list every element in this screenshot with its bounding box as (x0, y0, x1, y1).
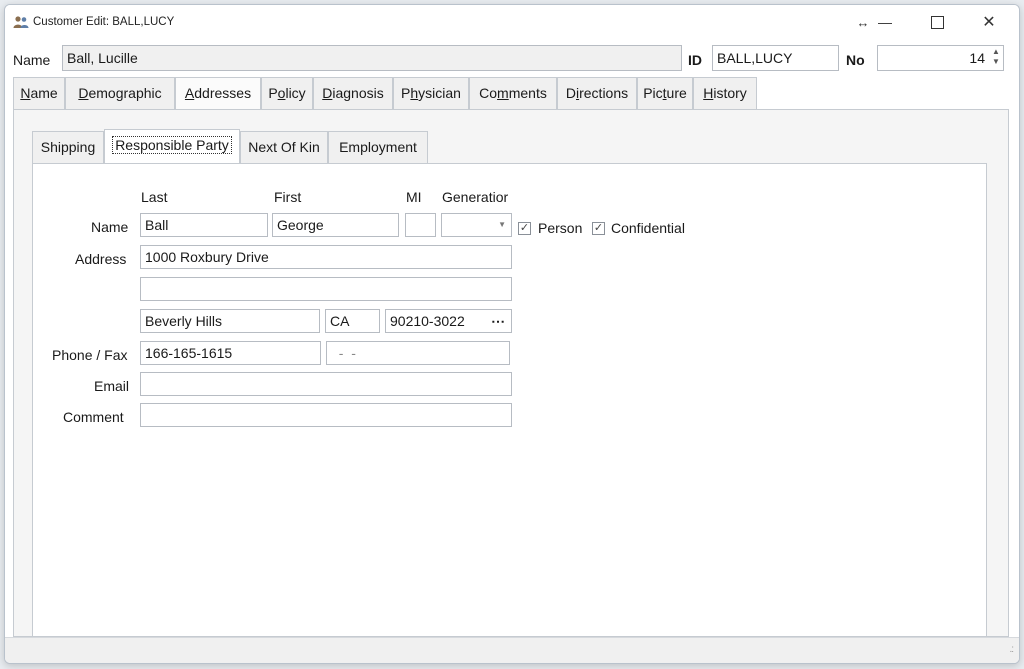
close-button[interactable]: ✕ (967, 9, 1011, 35)
rp-name-label: Name (91, 219, 129, 235)
person-checkbox[interactable]: ✓ (518, 222, 531, 235)
maximize-button[interactable] (915, 9, 959, 35)
customers-icon (13, 16, 29, 28)
no-label: No (846, 52, 865, 68)
id-field[interactable]: BALL,LUCY (712, 45, 839, 71)
spin-down-icon[interactable]: ▼ (991, 57, 1001, 67)
generation-select[interactable]: ▼ (441, 213, 512, 237)
fax-field[interactable]: - - (326, 341, 510, 365)
zip-lookup-ellipsis-icon[interactable]: ⋯ (491, 310, 505, 332)
customer-edit-window: Customer Edit: BALL,LUCY ↔ — ✕ Name Ball… (4, 4, 1020, 664)
zip-field[interactable]: 90210-3022 ⋯ (385, 309, 512, 333)
tab-demographic[interactable]: Demographic (65, 77, 175, 109)
number-field[interactable]: 14 (877, 45, 1004, 71)
resize-grip-icon[interactable]: .: (1009, 644, 1013, 655)
tab-comments[interactable]: Comments (469, 77, 557, 109)
maximize-icon (930, 15, 944, 29)
main-tab-row: Name Demographic Addresses Policy Diagno… (13, 77, 1013, 111)
tab-physician[interactable]: Physician (393, 77, 469, 109)
col-generation-label: Generatior (442, 189, 509, 205)
tab-name[interactable]: Name (13, 77, 65, 109)
id-label: ID (688, 52, 702, 68)
address-label: Address (75, 251, 127, 267)
col-first-label: First (274, 189, 302, 205)
tab-picture[interactable]: Picture (637, 77, 693, 109)
name-label: Name (13, 52, 51, 68)
col-mi-label: MI (406, 189, 422, 205)
status-bar: .: (5, 637, 1019, 663)
confidential-checkbox[interactable]: ✓ (592, 222, 605, 235)
full-name-field[interactable]: Ball, Lucille (62, 45, 682, 71)
subtab-employment[interactable]: Employment (328, 131, 428, 163)
state-field[interactable]: CA (325, 309, 380, 333)
address-line1-field[interactable]: 1000 Roxbury Drive (140, 245, 512, 269)
tab-policy[interactable]: Policy (261, 77, 313, 109)
confidential-label: Confidential (611, 220, 685, 236)
number-value: 14 (969, 50, 985, 66)
address-line2-field[interactable] (140, 277, 512, 301)
last-name-field[interactable]: Ball (140, 213, 268, 237)
email-field[interactable] (140, 372, 512, 396)
middle-initial-field[interactable] (405, 213, 436, 237)
number-spinner[interactable]: ▲ ▼ (991, 47, 1001, 67)
phone-field[interactable]: 166-165-1615 (140, 341, 321, 365)
subtab-shipping[interactable]: Shipping (32, 131, 104, 163)
first-name-field[interactable]: George (272, 213, 399, 237)
city-field[interactable]: Beverly Hills (140, 309, 320, 333)
tab-history[interactable]: History (693, 77, 757, 109)
col-last-label: Last (141, 189, 168, 205)
title-bar: Customer Edit: BALL,LUCY ↔ — ✕ (5, 5, 1019, 39)
minimize-button[interactable]: — (863, 9, 907, 35)
subtab-responsible-party[interactable]: Responsible Party (104, 129, 240, 163)
comment-field[interactable] (140, 403, 512, 427)
chevron-down-icon: ▼ (498, 220, 506, 229)
person-label: Person (538, 220, 583, 236)
spin-up-icon[interactable]: ▲ (991, 47, 1001, 57)
phone-fax-label: Phone / Fax (52, 347, 128, 363)
subtab-next-of-kin[interactable]: Next Of Kin (240, 131, 328, 163)
email-label: Email (94, 378, 130, 394)
window-title: Customer Edit: BALL,LUCY (33, 16, 175, 28)
tab-directions[interactable]: Directions (557, 77, 637, 109)
tab-diagnosis[interactable]: Diagnosis (313, 77, 393, 109)
tab-addresses[interactable]: Addresses (175, 77, 261, 111)
comment-label: Comment (63, 409, 124, 425)
